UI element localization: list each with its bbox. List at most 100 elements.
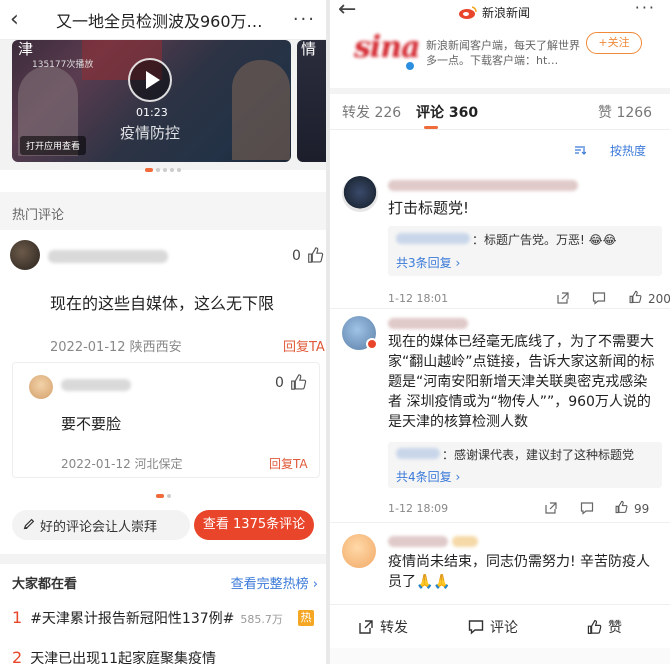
back-icon[interactable]: ‹ xyxy=(10,7,34,32)
comment-text: 疫情尚未结束，同志仍需努力! 辛苦防疫人员了🙏🙏 xyxy=(388,554,651,590)
more-icon[interactable]: ··· xyxy=(293,9,316,30)
like-count: 0 xyxy=(275,375,284,391)
avatar[interactable] xyxy=(10,240,40,270)
badge-blurred xyxy=(452,536,478,547)
comment-icon[interactable] xyxy=(592,291,606,305)
video-corner-text: 津 xyxy=(18,40,34,58)
hot-list-item[interactable]: 2 天津已出现11起家庭聚集疫情 xyxy=(12,648,216,664)
reply-button[interactable]: 回复TA xyxy=(283,336,325,355)
comment-icon[interactable] xyxy=(580,501,594,515)
carousel-dots xyxy=(0,168,326,172)
thumb-up-icon[interactable] xyxy=(614,500,628,514)
comment-item: 打击标题党! ：标题广告党。万恶! 😂😂 共3条回复 › 1-12 18:01 … xyxy=(330,170,670,308)
share-icon[interactable] xyxy=(544,501,558,515)
section-divider xyxy=(0,554,326,564)
left-article-panel: ‹ 又一地全员检测波及960万… ··· 津 135177次播放 01:23 疫… xyxy=(0,0,326,664)
play-count: 135177次播放 xyxy=(32,60,94,70)
video-carousel: 津 135177次播放 01:23 疫情防控 打开应用查看 情 xyxy=(0,40,326,170)
video-corner-text: 情 xyxy=(301,40,317,58)
more-replies-link[interactable]: 共4条回复 › xyxy=(396,468,460,485)
like-count: 200 xyxy=(648,292,670,306)
hot-title: 天津已出现11起家庭聚集疫情 xyxy=(30,651,217,664)
username-blurred xyxy=(388,180,578,191)
username-blurred xyxy=(61,379,131,391)
system-nav-bar xyxy=(330,648,670,664)
sort-by-hot-button[interactable]: 按热度 xyxy=(610,142,646,159)
hot-comments-header: 热门评论 xyxy=(0,192,326,230)
sort-icon xyxy=(575,146,586,155)
more-replies-link[interactable]: 共3条回复 › xyxy=(396,254,460,271)
like-count: 0 xyxy=(292,248,301,264)
like-button[interactable]: 赞 xyxy=(608,617,622,637)
view-all-comments-button[interactable]: 查看 1375条评论 xyxy=(194,510,314,540)
source-card[interactable]: sina 新浪新闻客户端，每天了解世界多一点。下载客户端：ht… +关注 xyxy=(330,28,670,82)
comment-text: 打击标题党! xyxy=(388,199,470,217)
comment-meta: 2022-01-12 陕西西安 xyxy=(50,340,182,355)
reply-preview[interactable]: ：标题广告党。万恶! 😂😂 共3条回复 › xyxy=(388,226,662,276)
thumb-up-icon[interactable] xyxy=(306,246,324,264)
reply-text: ：感谢课代表，建议封了这种标题党 xyxy=(442,448,635,462)
thumb-up-icon[interactable] xyxy=(289,373,307,391)
comment-text: 要不要脸 xyxy=(61,415,122,433)
tab-likes[interactable]: 赞 1266 xyxy=(598,102,652,122)
action-footer: 转发 评论 赞 xyxy=(330,604,670,648)
account-description: 新浪新闻客户端，每天了解世界多一点。下载客户端：ht… xyxy=(426,39,580,67)
like-count: 99 xyxy=(634,502,650,516)
tab-comments[interactable]: 评论 360 xyxy=(416,102,478,122)
comment-input[interactable]: 好的评论会让人崇拜 xyxy=(12,510,190,540)
comment-meta: 2022-01-12 河北保定 xyxy=(61,457,183,471)
right-header: ← 新浪新闻 ··· xyxy=(330,0,670,26)
comment-bar: 好的评论会让人崇拜 查看 1375条评论 xyxy=(12,510,314,540)
hot-tag-badge: 热 xyxy=(298,610,314,626)
comment-item: 现在的媒体已经毫无底线了，为了不需要大家“翻山越岭”点链接，告诉大家这新闻的标题… xyxy=(330,312,670,520)
nested-comment: 0 要不要脸 2022-01-12 河北保定 回复TA xyxy=(12,362,320,478)
sina-logo-icon xyxy=(459,6,477,19)
follow-button[interactable]: +关注 xyxy=(586,32,642,54)
member-badge-icon xyxy=(366,338,378,350)
comment-item: 0 现在的这些自媒体，这么无下限 2022-01-12 陕西西安 回复TA xyxy=(0,230,326,360)
next-video-thumbnail[interactable]: 情 xyxy=(297,40,326,162)
thumb-up-icon[interactable] xyxy=(628,290,642,304)
reply-preview[interactable]: ：感谢课代表，建议封了这种标题党 共4条回复 › xyxy=(388,442,662,488)
more-icon[interactable]: ··· xyxy=(635,0,656,17)
comment-text: 现在的媒体已经毫无底线了，为了不需要大家“翻山越岭”点链接，告诉大家这新闻的标题… xyxy=(388,334,655,430)
repost-button[interactable]: 转发 xyxy=(380,617,408,637)
comment-time: 1-12 18:01 xyxy=(388,292,449,305)
avatar[interactable] xyxy=(342,176,378,212)
comment-button[interactable]: 评论 xyxy=(490,617,518,637)
comment-icon[interactable] xyxy=(468,619,484,635)
view-full-list-link[interactable]: 查看完整热榜 › xyxy=(231,573,318,592)
thumb-up-icon[interactable] xyxy=(586,619,602,635)
divider xyxy=(330,308,670,309)
back-arrow-icon[interactable]: ← xyxy=(338,0,356,22)
avatar[interactable] xyxy=(29,375,53,399)
username-blurred xyxy=(388,536,448,547)
share-icon[interactable] xyxy=(556,291,570,305)
hot-count: 585.7万 xyxy=(240,613,283,626)
hot-list-item[interactable]: 1 #天津累计报告新冠阳性137例# 585.7万 xyxy=(12,608,283,628)
carousel-dots xyxy=(0,494,326,498)
username-blurred xyxy=(388,318,468,329)
left-header: ‹ 又一地全员检测波及960万… ··· xyxy=(0,0,326,40)
comment-time: 1-12 18:09 xyxy=(388,502,449,515)
verified-badge-icon xyxy=(404,60,416,72)
active-tab-indicator xyxy=(424,126,438,129)
reply-button[interactable]: 回复TA xyxy=(269,455,308,472)
tab-repost[interactable]: 转发 226 xyxy=(342,102,401,122)
everyone-watching-title: 大家都在看 xyxy=(12,577,78,592)
username-blurred xyxy=(396,448,440,459)
comment-item: 疫情尚未结束，同志仍需努力! 辛苦防疫人员了🙏🙏 xyxy=(330,526,670,602)
avatar[interactable] xyxy=(342,534,376,568)
comment-input-placeholder: 好的评论会让人崇拜 xyxy=(40,520,158,535)
video-thumbnail[interactable]: 津 135177次播放 01:23 疫情防控 打开应用查看 xyxy=(12,40,291,162)
play-icon[interactable] xyxy=(128,58,172,102)
hot-rank: 1 xyxy=(12,608,23,627)
open-app-button[interactable]: 打开应用查看 xyxy=(20,136,87,155)
right-weibo-panel: ← 新浪新闻 ··· sina 新浪新闻客户端，每天了解世界多一点。下载客户端：… xyxy=(330,0,670,664)
account-name: 新浪新闻 xyxy=(482,6,531,20)
repost-icon[interactable] xyxy=(358,619,374,635)
video-watermark: 疫情防控 xyxy=(120,124,181,142)
hot-title: #天津累计报告新冠阳性137例# xyxy=(30,611,235,627)
pen-icon xyxy=(23,518,35,530)
username-blurred xyxy=(396,233,470,244)
